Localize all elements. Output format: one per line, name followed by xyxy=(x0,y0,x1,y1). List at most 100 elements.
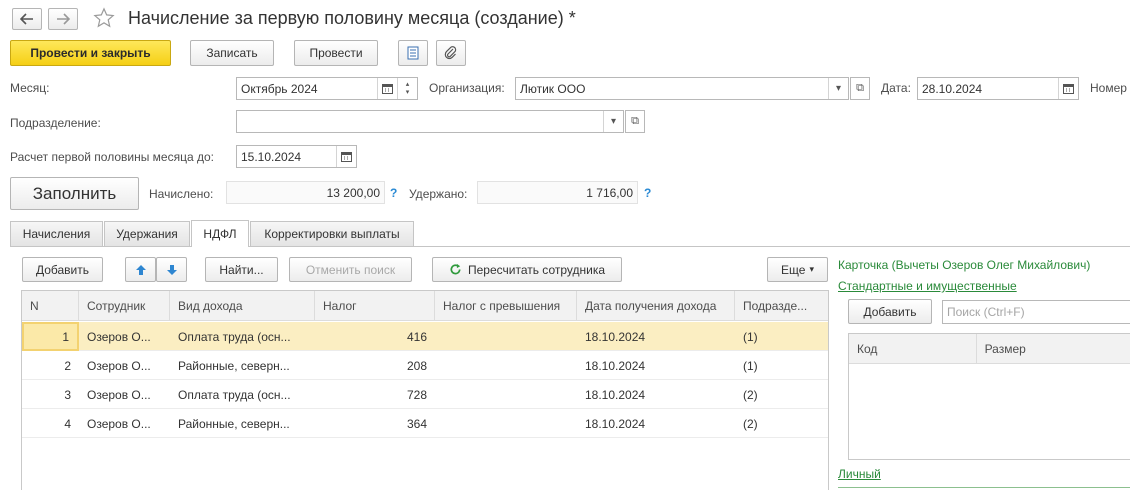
row-number: 2 xyxy=(64,358,71,373)
post-button[interactable]: Провести xyxy=(294,40,378,66)
row-income-date: 18.10.2024 xyxy=(585,416,646,431)
column-header-division[interactable]: Подразде... xyxy=(735,291,828,321)
favorite-star-button[interactable] xyxy=(93,7,117,31)
division-field[interactable]: ▾ xyxy=(236,110,624,133)
save-button[interactable]: Записать xyxy=(190,40,274,66)
tab-deductions[interactable]: Удержания xyxy=(104,221,190,246)
number-label: Номер xyxy=(1090,81,1127,95)
row-tax: 364 xyxy=(406,416,427,431)
column-header-size[interactable]: Размер xyxy=(977,334,1130,364)
open-icon: ⧉ xyxy=(856,82,864,94)
row-income-type: Оплата труда (осн... xyxy=(178,329,291,344)
calendar-icon[interactable] xyxy=(1058,78,1078,99)
paperclip-icon xyxy=(444,46,457,60)
post-and-close-button[interactable]: Провести и закрыть xyxy=(10,40,171,66)
grid-header: N Сотрудник Вид дохода Налог Налог с пре… xyxy=(22,291,828,321)
row-income-type: Районные, северн... xyxy=(178,416,290,431)
row-number: 1 xyxy=(22,322,79,351)
month-field[interactable]: Октябрь 2024 ▴ ▾ xyxy=(236,77,418,100)
back-button[interactable] xyxy=(12,8,42,30)
side-grid: Код Размер xyxy=(848,333,1130,460)
calc-until-field[interactable]: 15.10.2024 xyxy=(236,145,357,168)
cancel-search-button[interactable]: Отменить поиск xyxy=(289,257,412,282)
column-header-tax-excess[interactable]: Налог с превышения xyxy=(435,291,577,321)
report-button[interactable] xyxy=(398,40,428,66)
accrued-help-icon[interactable]: ? xyxy=(390,186,397,200)
tab-ndfl[interactable]: НДФЛ xyxy=(191,220,249,247)
calc-until-label: Расчет первой половины месяца до: xyxy=(10,150,214,164)
back-arrow-icon xyxy=(20,13,33,25)
organization-value: Лютик ООО xyxy=(520,81,586,96)
organization-open-button[interactable]: ⧉ xyxy=(850,77,870,100)
tab-payment-corrections[interactable]: Корректировки выплаты xyxy=(250,221,414,246)
recalculate-employee-label: Пересчитать сотрудника xyxy=(467,262,606,277)
row-tax-excess xyxy=(435,351,577,380)
move-down-button[interactable] xyxy=(156,257,187,282)
standard-deductions-link[interactable]: Стандартные и имущественные xyxy=(838,279,1017,293)
row-income-date: 18.10.2024 xyxy=(585,387,646,402)
calendar-icon[interactable] xyxy=(336,146,356,167)
withheld-label: Удержано: xyxy=(409,187,468,201)
side-search-input[interactable]: Поиск (Ctrl+F) xyxy=(942,300,1130,324)
tab-underline xyxy=(10,246,1130,247)
side-panel-bottom-line xyxy=(838,487,1130,488)
row-income-date: 18.10.2024 xyxy=(585,358,646,373)
date-field[interactable]: 28.10.2024 xyxy=(917,77,1079,100)
column-header-code[interactable]: Код xyxy=(849,334,977,364)
dropdown-icon[interactable]: ▾ xyxy=(603,111,623,132)
withheld-help-icon[interactable]: ? xyxy=(644,186,651,200)
column-header-income-date[interactable]: Дата получения дохода xyxy=(577,291,735,321)
attachments-button[interactable] xyxy=(436,40,466,66)
grid-add-button[interactable]: Добавить xyxy=(22,257,103,282)
table-row[interactable]: 3 Озеров О... Оплата труда (осн... 728 1… xyxy=(22,380,828,409)
forward-button[interactable] xyxy=(48,8,78,30)
month-value: Октябрь 2024 xyxy=(241,81,318,96)
dropdown-icon[interactable]: ▾ xyxy=(828,78,848,99)
more-button[interactable]: Еще ▾ xyxy=(767,257,828,282)
find-button[interactable]: Найти... xyxy=(205,257,278,282)
row-tax: 416 xyxy=(406,329,427,344)
table-row[interactable]: 2 Озеров О... Районные, северн... 208 18… xyxy=(22,351,828,380)
side-add-button[interactable]: Добавить xyxy=(848,299,932,324)
fill-button[interactable]: Заполнить xyxy=(10,177,139,210)
row-employee: Озеров О... xyxy=(87,329,151,344)
card-title: Карточка (Вычеты Озеров Олег Михайлович) xyxy=(838,258,1091,272)
move-up-icon xyxy=(135,264,146,275)
forward-arrow-icon xyxy=(57,13,70,25)
withheld-field: 1 716,00 xyxy=(477,181,638,204)
division-open-button[interactable]: ⧉ xyxy=(625,110,645,133)
column-header-n[interactable]: N xyxy=(22,291,79,321)
row-income-type: Районные, северн... xyxy=(178,358,290,373)
organization-label: Организация: xyxy=(429,81,505,95)
side-search-placeholder: Поиск (Ctrl+F) xyxy=(947,305,1025,319)
column-header-employee[interactable]: Сотрудник xyxy=(79,291,170,321)
tab-accruals[interactable]: Начисления xyxy=(10,221,103,246)
document-icon xyxy=(407,46,419,60)
row-number: 3 xyxy=(64,387,71,402)
spin-icon[interactable]: ▴ ▾ xyxy=(397,78,417,99)
chevron-down-icon: ▾ xyxy=(809,264,814,274)
organization-field[interactable]: Лютик ООО ▾ xyxy=(515,77,849,100)
accrued-value: 13 200,00 xyxy=(326,185,380,200)
row-employee: Озеров О... xyxy=(87,358,151,373)
row-division: (1) xyxy=(743,329,758,344)
page-title: Начисление за первую половину месяца (со… xyxy=(128,8,576,28)
row-employee: Озеров О... xyxy=(87,416,151,431)
recalculate-employee-button[interactable]: Пересчитать сотрудника xyxy=(432,257,622,282)
row-income-date: 18.10.2024 xyxy=(585,329,646,344)
month-label: Месяц: xyxy=(10,81,50,95)
column-header-income-type[interactable]: Вид дохода xyxy=(170,291,315,321)
move-up-button[interactable] xyxy=(125,257,156,282)
accrued-label: Начислено: xyxy=(149,187,214,201)
date-label: Дата: xyxy=(881,81,911,95)
table-row[interactable]: 1 Озеров О... Оплата труда (осн... 416 1… xyxy=(22,322,828,351)
row-division: (2) xyxy=(743,387,758,402)
accrued-field: 13 200,00 xyxy=(226,181,385,204)
column-header-tax[interactable]: Налог xyxy=(315,291,435,321)
calendar-icon[interactable] xyxy=(377,78,397,99)
table-row[interactable]: 4 Озеров О... Районные, северн... 364 18… xyxy=(22,409,828,438)
row-employee: Озеров О... xyxy=(87,387,151,402)
personal-deductions-link[interactable]: Личный xyxy=(838,467,881,481)
more-label: Еще xyxy=(781,262,806,277)
row-number: 4 xyxy=(64,416,71,431)
